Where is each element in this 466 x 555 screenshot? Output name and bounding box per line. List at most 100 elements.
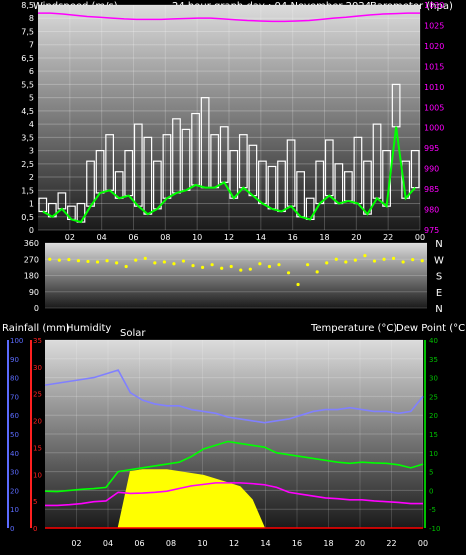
direction-point <box>382 257 386 261</box>
temp-tick-label: 0 <box>429 487 433 495</box>
direction-point <box>95 260 100 264</box>
direction-point <box>248 267 252 271</box>
baro-tick-label: 995 <box>424 144 439 153</box>
baro-tick-label: 980 <box>424 206 439 215</box>
direction-point <box>57 258 61 262</box>
temp-tick-label: -10 <box>429 525 440 533</box>
wind-x-tick-label: 22 <box>383 233 393 242</box>
baro-tick-label: 985 <box>424 185 439 194</box>
temp-x-tick-label: 22 <box>386 539 396 548</box>
wind-direction-panel: 090180270360 NWSEN <box>24 239 444 315</box>
direction-point <box>134 258 138 262</box>
temp-tick-label: -5 <box>429 506 436 514</box>
rainfall-label: Rainfall (mm) <box>2 323 70 334</box>
baro-y-axis: 975 980 985 990 995 1000 1005 1010 1015 1020 1025 1… <box>424 1 444 235</box>
temp-x-tick-label: 04 <box>103 539 113 548</box>
direction-point <box>334 257 338 261</box>
wind-tick-label: 0 <box>29 226 34 235</box>
wind-tick-label: 6 <box>29 67 34 76</box>
rain-tick-label: 20 <box>10 487 19 495</box>
wind-tick-label: 3 <box>29 147 34 156</box>
temp-tick-label: 40 <box>429 337 438 345</box>
baro-tick-label: 1000 <box>424 124 444 133</box>
temp-tick-label: 20 <box>429 412 438 420</box>
direction-point <box>162 260 166 264</box>
rain-tick-label: 70 <box>10 393 19 401</box>
direction-tick-label: 180 <box>24 272 39 281</box>
direction-point <box>210 263 214 267</box>
wind-x-tick-label: 04 <box>97 233 107 242</box>
baro-tick-label: 1005 <box>424 103 444 112</box>
direction-point <box>239 268 243 272</box>
direction-point <box>86 259 90 264</box>
wind-tick-label: 0,5 <box>21 213 34 222</box>
wind-tick-label: 8,5 <box>21 1 34 10</box>
wind-x-tick-label: 18 <box>319 233 329 242</box>
direction-point <box>353 258 357 262</box>
compass-labels: NWSEN <box>434 239 444 315</box>
temp-tick-label: 30 <box>429 375 438 383</box>
direction-point <box>115 261 119 265</box>
temp-x-tick-label: 08 <box>166 539 176 548</box>
temperature-label: Temperature (°C) <box>310 323 397 334</box>
temp-x-tick-label: 20 <box>355 539 365 548</box>
dewpoint-label: Dew Point (°C) <box>396 323 466 334</box>
temp-tick-label: 25 <box>429 393 438 401</box>
baro-tick-label: 1015 <box>424 62 444 71</box>
wind-tick-label: 6,5 <box>21 54 34 63</box>
temp-humidity-panel: -10-505101520253035400102030405060708090… <box>7 337 440 548</box>
wind-x-tick-label: 00 <box>415 233 425 242</box>
wind-x-tick-label: 20 <box>351 233 361 242</box>
temp-x-tick-label: 12 <box>229 539 239 548</box>
direction-point <box>306 263 310 267</box>
direction-point <box>181 259 186 263</box>
wind-tick-label: 3,5 <box>21 133 34 142</box>
wind-x-tick-label: 06 <box>128 233 138 242</box>
wind-tick-label: 4 <box>29 120 34 129</box>
direction-point <box>344 260 348 264</box>
wind-tick-label: 2 <box>29 173 34 182</box>
direction-tick-label: 270 <box>24 255 39 264</box>
direction-point <box>220 266 224 270</box>
wind-tick-label: 1,5 <box>21 186 34 195</box>
direction-tick-label: 360 <box>24 239 39 248</box>
humidity-tick-label: 15 <box>33 444 42 452</box>
baro-tick-label: 990 <box>424 165 439 174</box>
rain-tick-label: 40 <box>10 450 19 458</box>
wind-tick-label: 7 <box>29 41 34 50</box>
direction-point <box>124 264 128 269</box>
baro-tick-label: 1010 <box>424 83 444 92</box>
baro-tick-label: 1020 <box>424 42 444 51</box>
solar-label: Solar <box>120 328 146 339</box>
wind-x-tick-label: 16 <box>288 233 298 242</box>
temp-x-tick-label: 16 <box>292 539 302 548</box>
direction-y-axis: 0 90 180 270 360 <box>24 239 39 313</box>
wind-x-tick-label: 10 <box>192 233 202 242</box>
rain-tick-label: 80 <box>10 375 19 383</box>
temp-x-tick-label: 14 <box>260 539 270 548</box>
direction-point <box>296 282 300 287</box>
direction-point <box>153 261 157 265</box>
temp-x-tick-label: 02 <box>71 539 81 548</box>
wind-x-tick-label: 14 <box>256 233 266 242</box>
direction-tick-label: 90 <box>29 288 39 297</box>
wind-tick-label: 4,5 <box>21 107 34 116</box>
direction-point <box>420 259 424 263</box>
rain-tick-label: 10 <box>10 506 19 514</box>
direction-point <box>191 263 195 268</box>
temp-tick-label: 35 <box>429 356 438 364</box>
wind-y-axis: 0 0,5 1 1,5 2 2,5 3 3,5 4 4,5 5 5,5 6 6,5 7 7,5 8 8,5 <box>21 1 34 235</box>
wind-tick-label: 2,5 <box>21 160 34 169</box>
temp-tick-label: 5 <box>429 469 433 477</box>
humidity-tick-label: 20 <box>33 418 42 426</box>
compass-label: W <box>434 255 444 266</box>
baro-tick-label: 975 <box>424 226 439 235</box>
wind-tick-label: 5 <box>29 94 34 103</box>
temp-x-tick-label: 06 <box>134 539 144 548</box>
wind-tick-label: 7,5 <box>21 27 34 36</box>
wind-x-tick-label: 08 <box>160 233 170 242</box>
humidity-tick-label: 10 <box>33 471 42 479</box>
temp-x-tick-label: 10 <box>197 539 207 548</box>
direction-point <box>325 261 329 265</box>
temp-tick-label: 10 <box>429 450 438 458</box>
